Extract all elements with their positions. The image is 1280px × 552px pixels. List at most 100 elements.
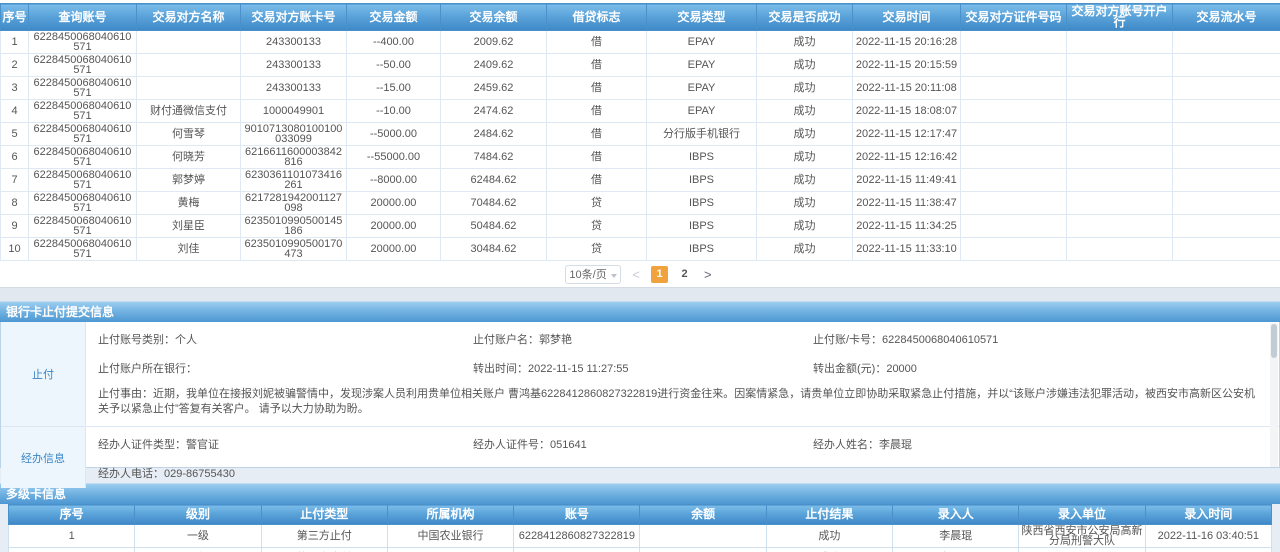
table-cell: 1 (1, 31, 29, 54)
field-handler-name: 经办人姓名：李晨琨 (813, 436, 1265, 452)
table-cell (1173, 192, 1280, 215)
table-cell: --8000.00 (347, 169, 441, 192)
table-cell: 6228412860827322819 (514, 525, 640, 548)
table-cell: 2022-11-15 20:15:59 (853, 54, 961, 77)
handler-fields: 经办人证件类型：警官证 经办人证件号：051641 经办人姓名：李晨琨 经办人电… (86, 427, 1279, 488)
table-cell: 8 (1, 192, 29, 215)
table-cell: 2409.62 (441, 54, 547, 77)
table-cell (1173, 215, 1280, 238)
table-cell: --10.00 (347, 100, 441, 123)
column-header: 余额 (640, 505, 766, 525)
table-cell (1173, 238, 1280, 261)
table-cell: EPAY (647, 100, 757, 123)
page-size-value: 10条/页 (569, 266, 606, 282)
table-cell: 成功 (766, 525, 892, 548)
table-cell: --5000.00 (347, 123, 441, 146)
table-cell: 2022-11-15 11:34:25 (853, 215, 961, 238)
stop-payment-reason: 止付事由：近期，我单位在接报刘妮被骗警情中，发现涉案人员利用贵单位相关账户 曹鸿… (98, 387, 1265, 417)
column-header: 止付结果 (766, 505, 892, 525)
table-cell: 财付通微信支付 (137, 100, 241, 123)
page-button-2[interactable]: 2 (676, 266, 693, 283)
table-cell: 一级 (135, 525, 261, 548)
table-cell: 2022-11-15 12:16:42 (853, 146, 961, 169)
column-header: 查询账号 (29, 4, 137, 31)
table-cell: 中国农业银行 (387, 525, 513, 548)
table-cell (1067, 238, 1173, 261)
table-row: 1一级第三方止付中国农业银行6228412860827322819成功李晨琨陕西… (9, 525, 1272, 548)
prev-page-button[interactable]: < (629, 267, 643, 282)
column-header: 交易流水号 (1173, 4, 1280, 31)
table-cell (1173, 169, 1280, 192)
table-cell (1067, 100, 1173, 123)
table-cell: 20000.00 (347, 192, 441, 215)
column-header: 级别 (135, 505, 261, 525)
table-cell: 成功 (757, 169, 853, 192)
table-row: 2二级第三方止付6235010990500170473成功李晨琨2022-11-… (9, 548, 1272, 552)
column-header: 交易对方账卡号 (241, 4, 347, 31)
table-cell: 6228450068040610571 (29, 215, 137, 238)
section-divider (0, 287, 1280, 301)
table-cell: 7484.62 (441, 146, 547, 169)
table-cell: 分行版手机银行 (647, 123, 757, 146)
table-cell: 成功 (757, 215, 853, 238)
table-cell: 10 (1, 238, 29, 261)
table-cell: 借 (547, 146, 647, 169)
table-cell: 成功 (757, 146, 853, 169)
column-header: 交易类型 (647, 4, 757, 31)
table-cell: --55000.00 (347, 146, 441, 169)
table-cell: 6228450068040610571 (29, 100, 137, 123)
table-cell (1067, 31, 1173, 54)
scrollbar[interactable] (1270, 323, 1278, 467)
table-cell: 2022-11-15 11:49:41 (853, 169, 961, 192)
table-cell (961, 123, 1067, 146)
transactions-table: 序号查询账号交易对方名称交易对方账卡号交易金额交易余额借贷标志交易类型交易是否成… (0, 3, 1280, 261)
table-cell (1173, 31, 1280, 54)
table-cell: IBPS (647, 215, 757, 238)
table-cell: IBPS (647, 169, 757, 192)
table-cell: 成功 (757, 31, 853, 54)
table-cell: 借 (547, 123, 647, 146)
table-cell: 2474.62 (441, 100, 547, 123)
table-cell (1173, 100, 1280, 123)
table-cell: 4 (1, 100, 29, 123)
column-header: 交易时间 (853, 4, 961, 31)
table-cell: 刘佳 (137, 238, 241, 261)
table-cell: 6235010990500170473 (514, 548, 640, 552)
table-cell: 6 (1, 146, 29, 169)
table-cell: 30484.62 (441, 238, 547, 261)
page-button-1[interactable]: 1 (651, 266, 668, 283)
table-cell: 借 (547, 100, 647, 123)
table-cell: 20000.00 (347, 238, 441, 261)
table-cell: 2 (1, 54, 29, 77)
table-cell (1067, 169, 1173, 192)
table-cell (961, 100, 1067, 123)
table-cell: 6228450068040610571 (29, 169, 137, 192)
scrollbar-thumb[interactable] (1271, 324, 1277, 358)
table-cell (137, 31, 241, 54)
table-cell: 243300133 (241, 54, 347, 77)
field-transfer-time: 转出时间：2022-11-15 11:27:55 (473, 360, 813, 376)
column-header: 录入单位 (1019, 505, 1145, 525)
table-cell (961, 54, 1067, 77)
table-cell: 1000049901 (241, 100, 347, 123)
table-cell (1067, 192, 1173, 215)
field-handler-phone: 经办人电话：029-86755430 (98, 465, 473, 481)
table-cell: IBPS (647, 192, 757, 215)
table-cell (1173, 146, 1280, 169)
table-cell: 6235010990500170473 (241, 238, 347, 261)
table-cell: 5 (1, 123, 29, 146)
header-row: 序号级别止付类型所属机构账号余额止付结果录入人录入单位录入时间 (9, 505, 1272, 525)
page-size-select[interactable]: 10条/页 (565, 265, 621, 284)
table-cell: 6228450068040610571 (29, 77, 137, 100)
table-cell: 20000.00 (347, 215, 441, 238)
table-row: 66228450068040610571何晓芳62166116000038428… (1, 146, 1280, 169)
column-header: 止付类型 (261, 505, 387, 525)
column-header: 交易余额 (441, 4, 547, 31)
field-transfer-amount: 转出金额(元)：20000 (813, 360, 1265, 376)
column-header: 录入人 (893, 505, 1019, 525)
next-page-button[interactable]: > (701, 267, 715, 282)
table-cell: 二级 (135, 548, 261, 552)
column-header: 序号 (9, 505, 135, 525)
table-cell (961, 31, 1067, 54)
table-row: 56228450068040610571何雪琴90107130801001000… (1, 123, 1280, 146)
